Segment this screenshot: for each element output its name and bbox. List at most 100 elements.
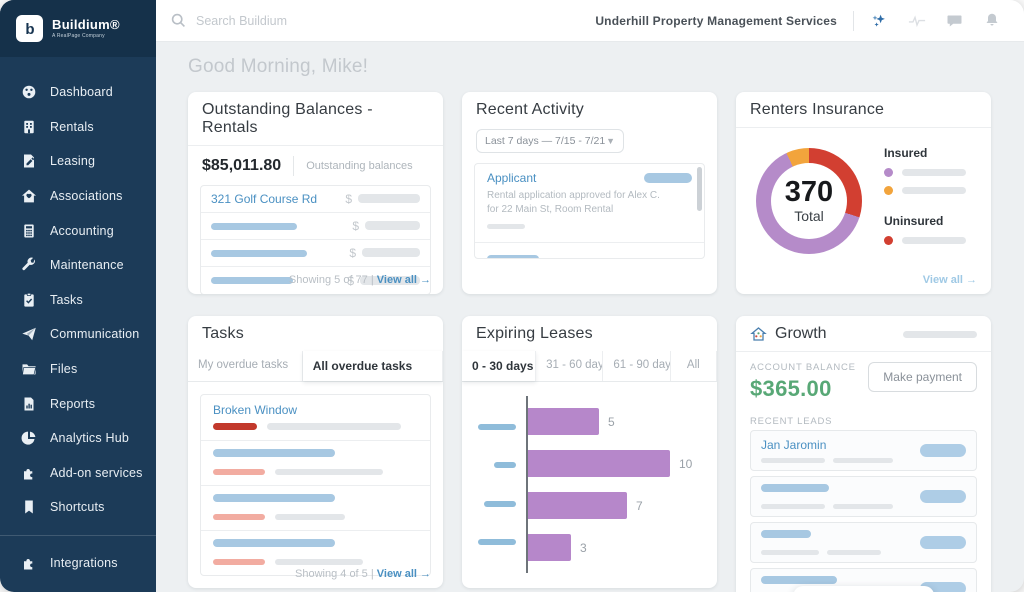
purple-legend-dot: [884, 168, 893, 177]
task-link[interactable]: Broken Window: [213, 403, 418, 417]
buildium-logo[interactable]: b Buildium® A RealPage Company: [0, 0, 156, 57]
sidebar-item-accounting[interactable]: Accounting: [0, 213, 156, 248]
redacted-title: [487, 255, 539, 259]
date-range-dropdown[interactable]: Last 7 days — 7/15 - 7/21 ▼: [476, 129, 624, 153]
sidebar-item-associations[interactable]: Associations: [0, 179, 156, 214]
house-icon: [21, 188, 37, 204]
chart-plot-area: 5 10 7 3: [526, 396, 717, 573]
card-expiring-leases: Expiring Leases 0 - 30 days 31 - 60 days…: [462, 316, 717, 588]
pie-chart-icon: [21, 430, 37, 446]
list-item[interactable]: Applicant Rental application approved fo…: [475, 164, 704, 243]
activity-type-link[interactable]: Applicant: [487, 171, 536, 185]
pulse-icon[interactable]: [908, 12, 926, 30]
search-input[interactable]: [196, 14, 456, 28]
table-row[interactable]: $: [201, 240, 430, 267]
list-item[interactable]: [201, 486, 430, 531]
tab-61-90-days[interactable]: 61 - 90 days: [603, 351, 670, 381]
sidebar-item-label: Maintenance: [50, 258, 124, 272]
lead-name-link[interactable]: Jan Jaromin: [761, 438, 893, 452]
tab-all[interactable]: All: [671, 351, 717, 381]
sidebar-item-integrations[interactable]: Integrations: [0, 545, 156, 580]
sidebar-item-label: Reports: [50, 397, 95, 411]
tab-all-overdue-tasks[interactable]: All overdue tasks: [303, 351, 443, 381]
sidebar-item-maintenance[interactable]: Maintenance: [0, 248, 156, 283]
scrollbar-thumb[interactable]: [697, 167, 702, 211]
growth-house-icon: [750, 326, 767, 343]
showing-count: Showing 4 of 5: [295, 568, 368, 580]
sidebar-item-leasing[interactable]: Leasing: [0, 144, 156, 179]
list-item[interactable]: [475, 243, 704, 259]
list-item[interactable]: Jan Jaromin: [750, 430, 977, 471]
lease-range-tabs: 0 - 30 days 31 - 60 days 61 - 90 days Al…: [462, 351, 717, 382]
tab-0-30-days[interactable]: 0 - 30 days: [462, 351, 536, 381]
table-row[interactable]: 321 Golf Course Rd $: [201, 186, 430, 213]
sidebar-item-addon-services[interactable]: Add-on services: [0, 456, 156, 491]
view-all-link[interactable]: View all →: [377, 568, 431, 580]
bell-icon[interactable]: [984, 12, 1002, 30]
redacted-line: [275, 469, 383, 475]
tab-my-overdue-tasks[interactable]: My overdue tasks: [188, 351, 303, 381]
redacted-line: [267, 423, 401, 430]
list-item[interactable]: Broken Window: [201, 395, 430, 441]
list-item[interactable]: [201, 441, 430, 486]
orange-legend-dot: [884, 186, 893, 195]
sidebar-item-dashboard[interactable]: Dashboard: [0, 75, 156, 110]
wrench-icon: [21, 257, 37, 273]
redacted-axis-label: [484, 501, 516, 507]
list-item[interactable]: [750, 476, 977, 517]
list-item[interactable]: [750, 522, 977, 563]
sidebar-item-communication[interactable]: Communication: [0, 317, 156, 352]
tab-31-60-days[interactable]: 31 - 60 days: [536, 351, 603, 381]
date-range-value: Last 7 days — 7/15 - 7/21: [485, 135, 605, 147]
card-title: Renters Insurance: [736, 92, 991, 128]
balance-summary: $85,011.80 Outstanding balances: [188, 146, 443, 185]
sparkles-icon[interactable]: [870, 12, 888, 30]
search-bar[interactable]: [156, 12, 595, 29]
clipboard-check-icon: [21, 292, 37, 308]
sidebar-item-files[interactable]: Files: [0, 352, 156, 387]
redacted-line: [761, 504, 825, 509]
overdue-bar: [213, 469, 265, 475]
sidebar-item-label: Rentals: [50, 120, 94, 134]
chat-icon[interactable]: [946, 12, 964, 30]
property-link[interactable]: 321 Golf Course Rd: [211, 192, 317, 206]
lead-action-pill[interactable]: [920, 536, 966, 549]
folder-icon: [21, 361, 37, 377]
puzzle-icon: [21, 465, 37, 481]
sidebar-item-shortcuts[interactable]: Shortcuts: [0, 490, 156, 525]
redacted-line: [833, 504, 893, 509]
redacted-task-title: [213, 539, 335, 547]
redacted-line: [275, 514, 345, 520]
integrations-puzzle-icon: [21, 555, 37, 571]
tasks-list: Broken Window: [200, 394, 431, 576]
redacted-line: [761, 550, 819, 555]
brand-name: Buildium®: [52, 18, 120, 32]
table-row[interactable]: $: [201, 213, 430, 240]
insurance-total-label: Total: [794, 208, 824, 224]
make-payment-button[interactable]: Make payment: [868, 362, 977, 392]
sidebar-item-tasks[interactable]: Tasks: [0, 283, 156, 318]
greeting: Good Morning, Mike!: [188, 56, 1024, 78]
dashboard-content: Good Morning, Mike! Outstanding Balances…: [156, 42, 1024, 592]
sidebar-nav: Dashboard Rentals Leasing Associations A…: [0, 75, 156, 525]
sidebar-item-reports[interactable]: Reports: [0, 386, 156, 421]
chart-y-labels: [476, 396, 526, 573]
redacted-line: [827, 550, 881, 555]
app-window: b Buildium® A RealPage Company Dashboard…: [0, 0, 1024, 592]
report-chart-icon: [21, 396, 37, 412]
view-all-link[interactable]: View all →: [377, 274, 431, 286]
lead-action-pill[interactable]: [920, 490, 966, 503]
calculator-icon: [21, 223, 37, 239]
lead-action-pill[interactable]: [920, 444, 966, 457]
lease-bar: [528, 534, 571, 561]
sidebar-item-label: Communication: [50, 327, 139, 341]
sidebar-item-label: Files: [50, 362, 77, 376]
redacted-line: [833, 458, 893, 463]
redacted-amount: [362, 248, 420, 257]
compose-email-button[interactable]: + Compose email: [793, 586, 935, 592]
sidebar-item-rentals[interactable]: Rentals: [0, 110, 156, 145]
showing-count: Showing 5 of 77: [289, 274, 368, 286]
sidebar-item-analytics-hub[interactable]: Analytics Hub: [0, 421, 156, 456]
red-legend-dot: [884, 236, 893, 245]
view-all-link[interactable]: View all →: [923, 274, 977, 286]
